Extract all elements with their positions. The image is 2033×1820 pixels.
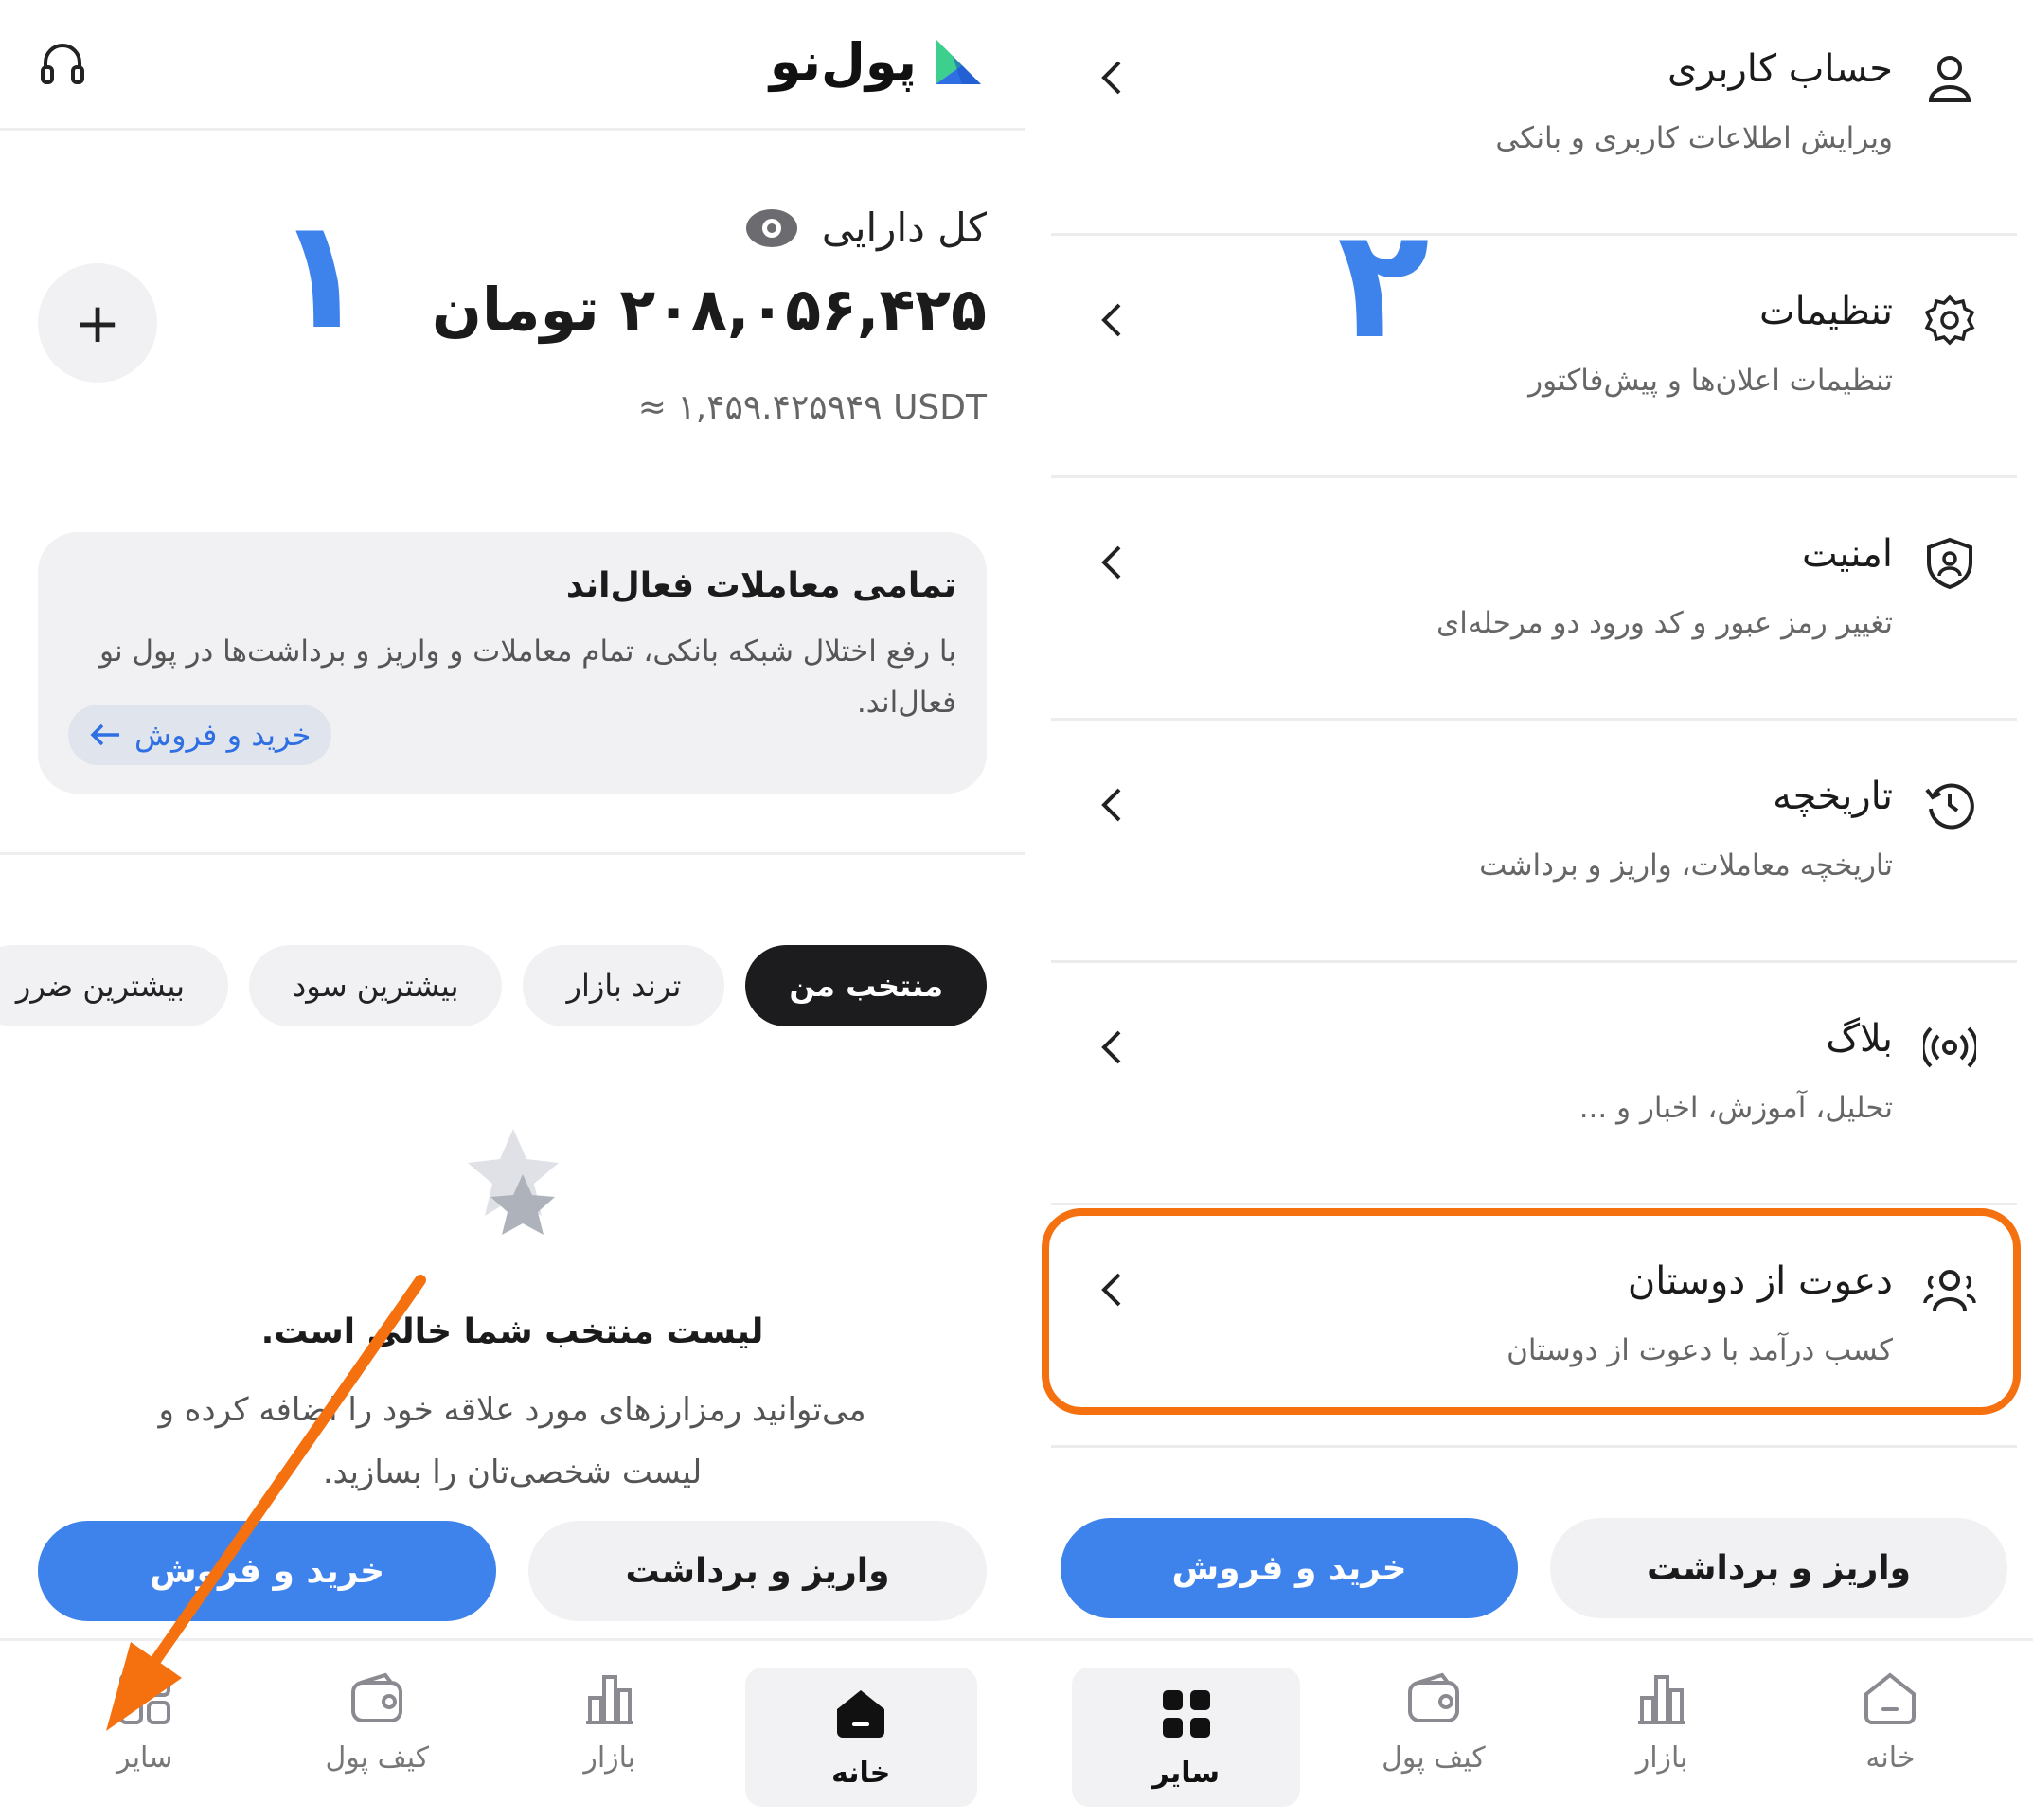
chevron-left-icon: [1101, 545, 1121, 580]
nav-home-label: خانه: [831, 1757, 891, 1790]
menu-title-account: حساب کاربری: [1667, 47, 1893, 91]
nav-wallet-label: کیف پول: [1382, 1741, 1486, 1775]
home-icon: [837, 1690, 885, 1738]
broadcast-icon: [1923, 1026, 1976, 1068]
chevron-left-icon: [1101, 303, 1121, 337]
menu-title-security: امنیت: [1802, 532, 1893, 576]
nav-home-label: خانه: [1865, 1741, 1916, 1775]
menu-item-blog[interactable]: بلاگ تحلیل، آموزش، اخبار و ...: [1051, 970, 2005, 1212]
chevron-left-icon: [1101, 61, 1121, 95]
total-assets-label: کل دارایی: [821, 205, 987, 251]
nav-wallet[interactable]: کیف پول: [261, 1641, 494, 1820]
menu-item-settings[interactable]: تنظیمات تنظیمات اعلان‌ها و پیش‌فاکتور: [1051, 242, 2005, 485]
menu-divider: [1051, 1203, 2017, 1205]
menu-item-security[interactable]: امنیت تغییر رمز عبور و کد ورود دو مرحله‌…: [1051, 485, 2005, 727]
buy-sell-button[interactable]: خرید و فروش: [1061, 1518, 1518, 1618]
bottom-nav: خانه بازار کیف پول سایر: [1025, 1638, 2033, 1820]
total-assets-label-row: کل دارایی: [744, 205, 987, 251]
nav-more-label: سایر: [116, 1741, 173, 1775]
buy-sell-button[interactable]: خرید و فروش: [38, 1521, 496, 1621]
history-icon: [1925, 783, 1974, 830]
menu-divider: [1051, 233, 2017, 236]
total-assets-amount: ۲۰۸,۰۵۶,۴۲۵ تومان: [431, 275, 987, 344]
chip-top-gainers[interactable]: بیشترین سود: [249, 945, 503, 1026]
chip-my-favorites[interactable]: منتخب من: [745, 945, 987, 1026]
notice-trade-label: خرید و فروش: [134, 717, 312, 753]
empty-list-title: لیست منتخب شما خالی است.: [260, 1312, 764, 1351]
nav-wallet[interactable]: کیف پول: [1319, 1641, 1547, 1820]
deposit-withdraw-button[interactable]: واریز و برداشت: [1550, 1518, 2007, 1618]
nav-more[interactable]: سایر: [28, 1641, 261, 1820]
home-icon: [1864, 1672, 1917, 1724]
highlight-box: [1042, 1208, 2021, 1415]
grid-icon: [118, 1673, 170, 1724]
bar-chart-icon: [585, 1675, 633, 1724]
chip-top-losers[interactable]: بیشترین ضرر: [0, 945, 229, 1026]
menu-item-history[interactable]: تاریخچه تاریخچه معاملات، واریز و برداشت: [1051, 727, 2005, 970]
nav-market-label: بازار: [1635, 1741, 1688, 1775]
brand-name: پول‌نو: [769, 31, 917, 92]
menu-sub-blog: تحلیل، آموزش، اخبار و ...: [1578, 1091, 1893, 1125]
logo-mark-icon: [936, 39, 981, 84]
nav-more-label: سایر: [1152, 1757, 1220, 1790]
menu-divider: [1051, 960, 2017, 963]
menu-item-account[interactable]: حساب کاربری ویرایش اطلاعات کاربری و بانک…: [1051, 0, 2005, 242]
menu-title-history: تاریخچه: [1773, 775, 1893, 818]
bar-chart-icon: [1638, 1675, 1686, 1724]
eye-icon[interactable]: [744, 207, 799, 249]
total-assets-usdt: ≈ ۱,۴۵۹.۴۲۵۹۴۹ USDT: [637, 388, 987, 427]
menu-sub-settings: تنظیمات اعلان‌ها و پیش‌فاکتور: [1528, 364, 1893, 398]
notice-card: تمامی معاملات فعال‌اند با رفع اختلال شبک…: [38, 532, 987, 794]
user-icon: [1928, 56, 1971, 102]
notice-title: تمامی معاملات فعال‌اند: [565, 566, 956, 605]
empty-list-description: می‌توانید رمزارزهای مورد علاقه خود را اض…: [158, 1391, 866, 1491]
step-number-1: ۱: [275, 186, 367, 363]
divider: [0, 852, 1025, 855]
menu-sub-history: تاریخچه معاملات، واریز و برداشت: [1479, 848, 1893, 883]
bottom-nav: خانه بازار کیف پول سایر: [0, 1638, 1025, 1820]
filter-chips: منتخب من ترند بازار بیشترین سود بیشترین …: [0, 945, 987, 1026]
wallet-icon: [1407, 1672, 1459, 1722]
headset-icon[interactable]: [38, 40, 87, 89]
menu-sub-security: تغییر رمز عبور و کد ورود دو مرحله‌ای: [1436, 606, 1893, 640]
brand-logo: پول‌نو: [770, 28, 987, 95]
menu-title-settings: تنظیمات: [1758, 290, 1893, 333]
menu-divider: [1051, 475, 2017, 478]
nav-home[interactable]: خانه: [744, 1668, 977, 1807]
nav-market-label: بازار: [583, 1741, 636, 1775]
notice-trade-button[interactable]: خرید و فروش: [68, 705, 332, 765]
menu-divider: [1051, 1445, 2017, 1448]
top-bar: پول‌نو: [0, 0, 1025, 131]
chip-market-trend[interactable]: ترند بازار: [523, 945, 725, 1026]
gear-icon: [1924, 294, 1975, 346]
deposit-withdraw-button[interactable]: واریز و برداشت: [528, 1521, 987, 1621]
wallet-icon: [351, 1672, 403, 1722]
nav-home[interactable]: خانه: [1776, 1641, 2005, 1820]
more-screen: ۲ حساب کاربری ویرایش اطلاعات کاربری و با…: [1025, 0, 2033, 1820]
add-button[interactable]: +: [38, 263, 157, 383]
chevron-left-icon: [1101, 1030, 1121, 1064]
arrow-left-icon: [90, 723, 119, 746]
action-buttons: واریز و برداشت خرید و فروش: [1061, 1518, 2007, 1618]
nav-market[interactable]: بازار: [1548, 1641, 1776, 1820]
action-buttons: واریز و برداشت خرید و فروش: [38, 1521, 987, 1621]
plus-icon: +: [74, 291, 121, 355]
nav-more[interactable]: سایر: [1072, 1668, 1301, 1807]
menu-title-blog: بلاگ: [1826, 1017, 1893, 1061]
shield-user-icon: [1927, 537, 1972, 589]
nav-wallet-label: کیف پول: [325, 1741, 430, 1775]
nav-market[interactable]: بازار: [493, 1641, 726, 1820]
grid-icon: [1162, 1690, 1210, 1738]
menu-divider: [1051, 718, 2017, 721]
menu-sub-account: ویرایش اطلاعات کاربری و بانکی: [1495, 121, 1893, 155]
chevron-left-icon: [1101, 788, 1121, 822]
stars-icon: [468, 1129, 559, 1235]
home-screen: پول‌نو ۱ + کل دارایی ۲۰۸,۰۵۶,۴۲۵ تومان ≈…: [0, 0, 1025, 1820]
